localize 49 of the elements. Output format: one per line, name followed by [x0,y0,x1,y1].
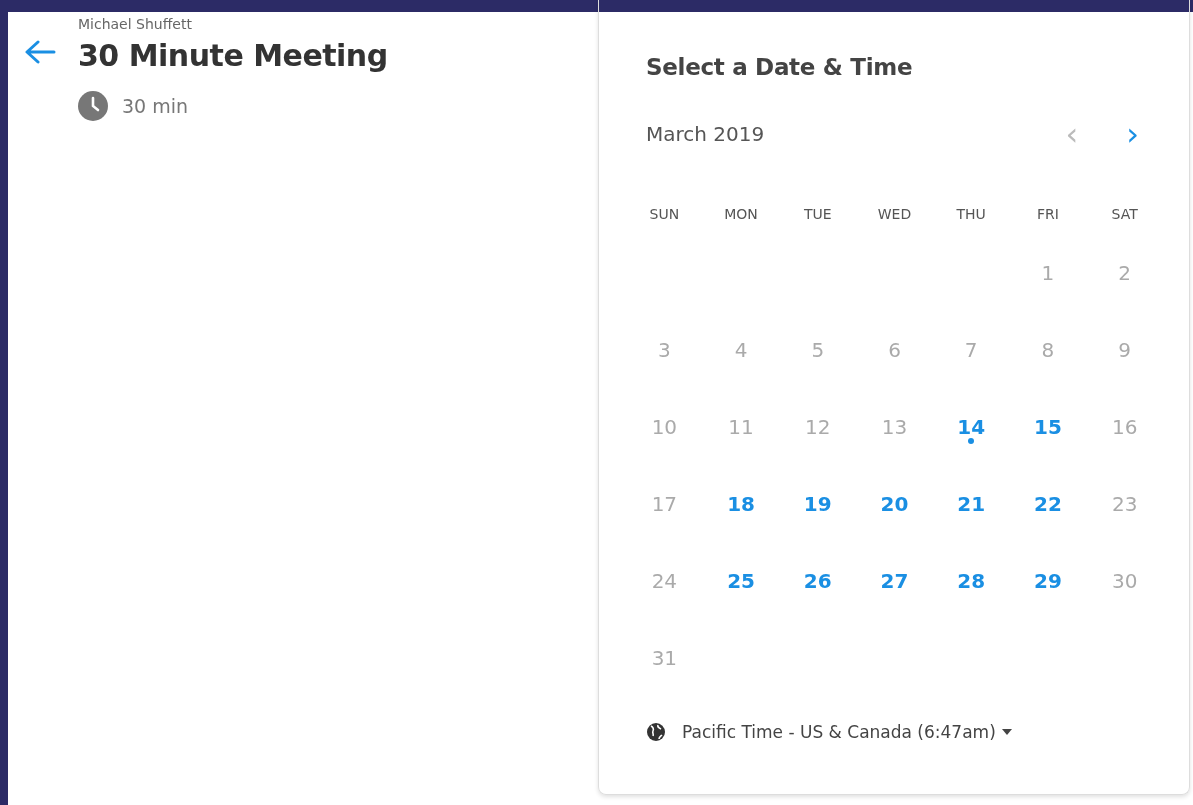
available-day[interactable]: 22 [1034,491,1062,516]
globe-icon [646,722,666,742]
available-day[interactable]: 19 [803,491,832,516]
organizer-name: Michael Shuffett [78,16,193,32]
unavailable-day: 6 [888,337,901,362]
available-day[interactable]: 18 [727,491,755,516]
back-arrow-icon[interactable] [24,40,56,64]
available-day[interactable]: 26 [803,568,832,593]
unavailable-day: 24 [651,568,678,593]
unavailable-day: 11 [728,414,754,439]
unavailable-day: 23 [1111,491,1138,516]
available-day[interactable]: 20 [880,491,909,516]
unavailable-day: 5 [811,337,825,362]
weekday-label: SUN [649,206,680,222]
clock-icon [78,91,108,121]
unavailable-day: 13 [881,414,908,439]
available-day[interactable]: 27 [880,568,909,593]
available-day[interactable]: 15 [1034,414,1062,439]
available-day[interactable]: 25 [727,568,755,593]
unavailable-day: 16 [1111,414,1138,439]
unavailable-day: 9 [1118,337,1131,362]
unavailable-day: 4 [734,337,748,362]
weekday-label: WED [877,206,912,222]
available-day[interactable]: 21 [957,491,986,516]
timezone-dropdown[interactable]: Pacific Time - US & Canada (6:47am) [682,722,1012,742]
unavailable-day: 8 [1041,337,1055,362]
unavailable-day: 10 [651,414,678,439]
unavailable-day: 7 [964,337,978,362]
unavailable-day: 17 [651,491,678,516]
available-day[interactable]: 14 [957,414,986,439]
next-month-button[interactable]: › [1122,120,1143,148]
unavailable-day: 3 [658,337,671,362]
available-day[interactable]: 28 [957,568,986,593]
unavailable-day: 30 [1111,568,1138,593]
weekday-label: FRI [1036,206,1059,222]
unavailable-day: 31 [651,645,678,670]
card-title: Select a Date & Time [646,54,914,80]
unavailable-day: 1 [1041,260,1055,285]
available-day[interactable]: 29 [1034,568,1062,593]
unavailable-day: 12 [805,414,831,439]
weekday-label: SAT [1111,206,1138,222]
caret-icon [1001,729,1012,735]
unavailable-day: 2 [1118,260,1131,285]
month-label: March 2019 [646,122,765,146]
weekday-label: TUE [803,206,832,222]
duration-text: 30 min [122,95,189,117]
event-title: 30 Minute Meeting [78,38,388,73]
weekday-label: MON [724,206,758,222]
weekday-label: THU [956,206,986,222]
